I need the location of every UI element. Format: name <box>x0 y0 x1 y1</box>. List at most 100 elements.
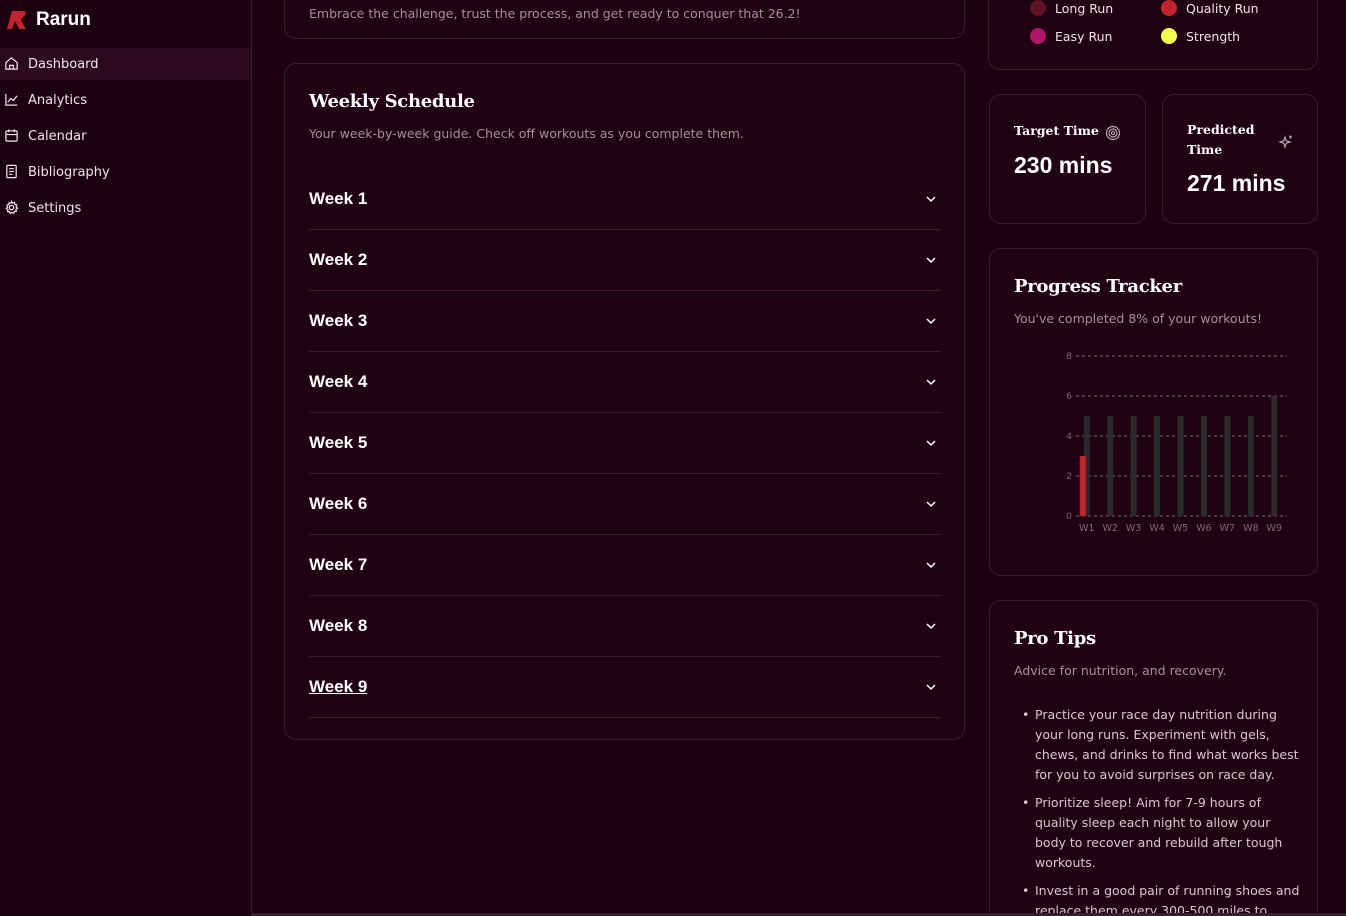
tip-item: Invest in a good pair of running shoes a… <box>1014 881 1304 916</box>
y-tick-label: 0 <box>1066 512 1072 522</box>
bar-total <box>1200 416 1207 516</box>
sidebar-item-bibliography[interactable]: Bibliography <box>0 156 251 188</box>
week-row-4[interactable]: Week 4 <box>309 352 940 413</box>
target-time-card: Target Time 230 mins <box>989 94 1146 224</box>
legend-dot <box>1161 28 1177 44</box>
week-accordion: Week 1 Week 2 Week 3 Week 4 Week 5 Week … <box>309 169 940 718</box>
week-label: Week 7 <box>309 555 368 574</box>
sidebar-item-label: Settings <box>28 200 82 216</box>
app-name: Rarun <box>36 9 91 30</box>
progress-tracker-card: Progress Tracker You've completed 8% of … <box>989 248 1318 576</box>
intro-text: Embrace the challenge, trust the process… <box>309 6 801 21</box>
rarun-logo-icon <box>7 11 26 29</box>
pro-tips-card: Pro Tips Advice for nutrition, and recov… <box>989 600 1318 916</box>
predicted-label-line2: Time <box>1187 142 1223 157</box>
week-row-2[interactable]: Week 2 <box>309 230 940 291</box>
y-tick-label: 8 <box>1066 352 1072 362</box>
tips-title: Pro Tips <box>1014 628 1096 649</box>
chevron-down-icon <box>926 318 936 325</box>
chevron-down-icon <box>926 684 936 691</box>
sidebar-item-settings[interactable]: Settings <box>0 192 251 224</box>
schedule-subtitle: Your week-by-week guide. Check off worko… <box>309 126 744 141</box>
x-tick-label: W5 <box>1173 523 1188 534</box>
week-row-6[interactable]: Week 6 <box>309 474 940 535</box>
legend-label: Quality Run <box>1186 0 1259 16</box>
week-label: Week 4 <box>309 372 368 391</box>
x-tick-label: W4 <box>1149 523 1164 534</box>
target-time-value: 230 mins <box>1014 152 1113 178</box>
bar-total <box>1107 416 1114 516</box>
target-icon <box>1105 125 1121 141</box>
sidebar-nav: Dashboard Analytics Calendar Bibliograph… <box>0 48 251 228</box>
bar-total <box>1271 396 1278 516</box>
week-row-9[interactable]: Week 9 <box>309 657 940 718</box>
sidebar-item-label: Analytics <box>28 92 88 108</box>
bar-total <box>1154 416 1161 516</box>
y-tick-label: 2 <box>1066 472 1072 482</box>
week-row-8[interactable]: Week 8 <box>309 596 940 657</box>
line-chart-icon <box>4 92 20 108</box>
sidebar-item-label: Calendar <box>28 128 87 144</box>
sidebar-item-label: Bibliography <box>28 164 110 180</box>
intro-card: Embrace the challenge, trust the process… <box>284 0 965 39</box>
bar-total <box>1130 416 1137 516</box>
chevron-down-icon <box>926 562 936 569</box>
sparkles-icon <box>1278 135 1292 149</box>
bar-completed <box>1079 456 1086 516</box>
predicted-time-card: Predicted Time 271 mins <box>1162 94 1318 224</box>
legend-item-quality-run: Quality Run <box>1161 0 1259 16</box>
y-tick-label: 4 <box>1066 432 1072 442</box>
tip-item: Prioritize sleep! Aim for 7-9 hours of q… <box>1014 793 1304 873</box>
week-row-7[interactable]: Week 7 <box>309 535 940 596</box>
week-label: Week 1 <box>309 189 368 208</box>
week-label: Week 2 <box>309 250 368 269</box>
tips-subtitle: Advice for nutrition, and recovery. <box>1014 663 1227 678</box>
brand[interactable]: Rarun <box>6 8 91 32</box>
chevron-down-icon <box>926 196 936 203</box>
sidebar-item-label: Dashboard <box>28 56 99 72</box>
workout-legend-card: Long Run Quality Run Easy Run Strength <box>988 0 1318 70</box>
x-tick-label: W8 <box>1243 523 1258 534</box>
week-row-5[interactable]: Week 5 <box>309 413 940 474</box>
chevron-down-icon <box>926 501 936 508</box>
schedule-title: Weekly Schedule <box>309 91 475 112</box>
chevron-down-icon <box>926 379 936 386</box>
x-tick-label: W7 <box>1220 523 1235 534</box>
sidebar-item-analytics[interactable]: Analytics <box>0 84 251 116</box>
bar-total <box>1247 416 1254 516</box>
chevron-down-icon <box>926 257 936 264</box>
legend-label: Long Run <box>1055 0 1114 16</box>
calendar-icon <box>4 128 20 144</box>
legend-item-long-run: Long Run <box>1030 0 1113 16</box>
bar-total <box>1224 416 1231 516</box>
legend-item-easy-run: Easy Run <box>1030 28 1112 44</box>
gear-icon <box>4 200 20 216</box>
week-label: Week 6 <box>309 494 368 513</box>
chevron-down-icon <box>926 440 936 447</box>
x-tick-label: W6 <box>1196 523 1211 534</box>
legend-item-strength: Strength <box>1161 28 1240 44</box>
legend-dot <box>1161 0 1177 16</box>
x-tick-label: W2 <box>1102 523 1117 534</box>
x-tick-label: W3 <box>1126 523 1141 534</box>
week-label: Week 8 <box>309 616 368 635</box>
legend-label: Easy Run <box>1055 28 1113 44</box>
week-label: Week 9 <box>309 677 368 696</box>
x-tick-label: W1 <box>1079 523 1094 534</box>
progress-bar-chart: 0 2 4 6 8 W1 W2 W3 W4 W5 W6 W7 W8 W9 <box>1066 352 1287 534</box>
week-row-1[interactable]: Week 1 <box>309 169 940 230</box>
week-label: Week 3 <box>309 311 368 330</box>
week-label: Week 5 <box>309 433 368 452</box>
predicted-label-line1: Predicted <box>1187 122 1255 137</box>
legend-dot <box>1030 28 1046 44</box>
predicted-time-label: Predicted Time <box>1187 120 1255 160</box>
chevron-down-icon <box>926 623 936 630</box>
tips-list: Practice your race day nutrition during … <box>1014 705 1304 916</box>
sidebar-item-dashboard[interactable]: Dashboard <box>0 48 251 80</box>
home-icon <box>4 56 20 72</box>
week-row-3[interactable]: Week 3 <box>309 291 940 352</box>
predicted-time-value: 271 mins <box>1187 170 1286 196</box>
bar-total <box>1177 416 1184 516</box>
sidebar-item-calendar[interactable]: Calendar <box>0 120 251 152</box>
tip-item: Practice your race day nutrition during … <box>1014 705 1304 785</box>
